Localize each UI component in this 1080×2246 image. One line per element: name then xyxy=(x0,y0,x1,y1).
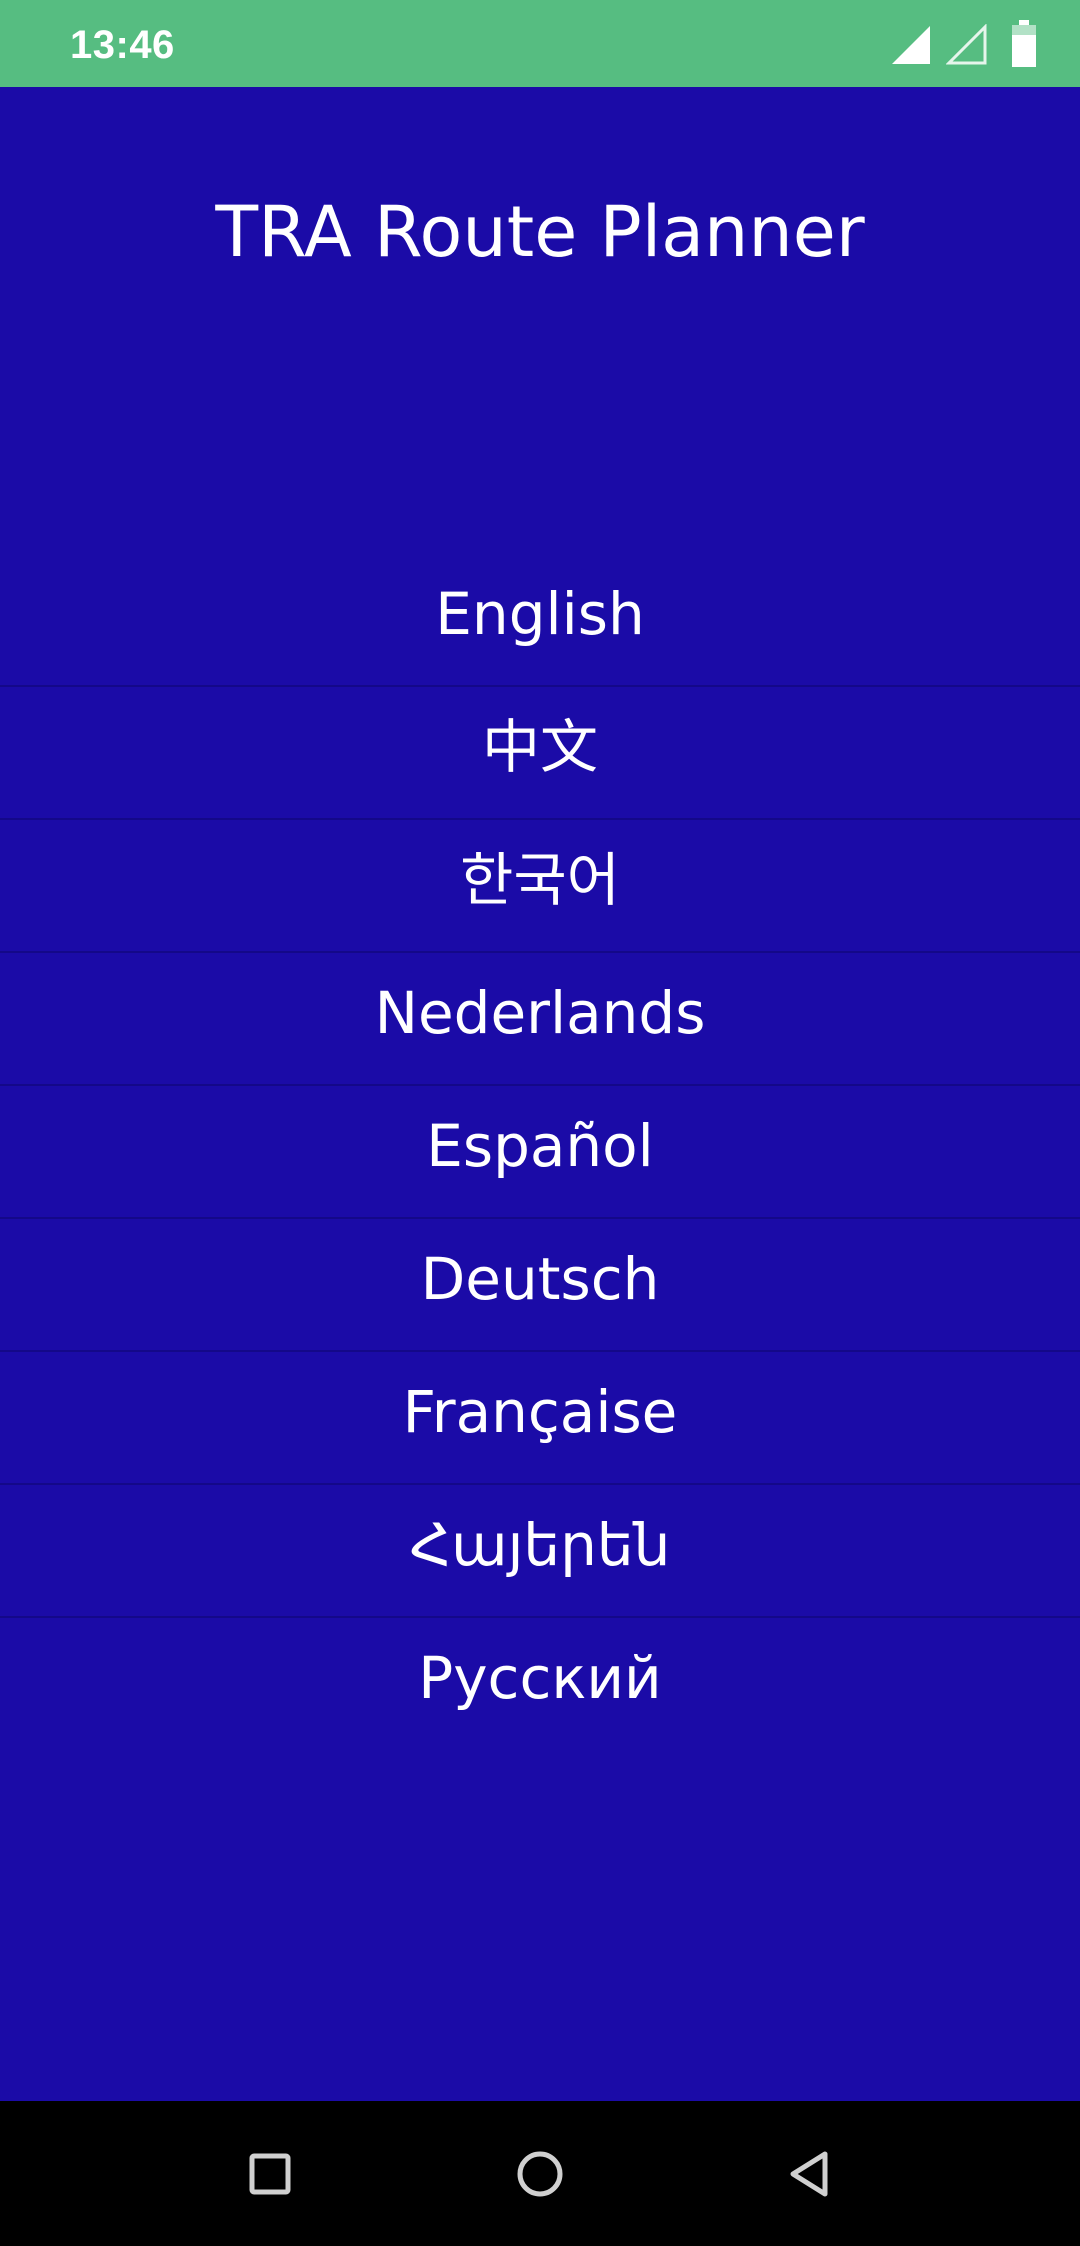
language-item-dutch[interactable]: Nederlands xyxy=(0,953,1080,1086)
language-item-chinese[interactable]: 中文 xyxy=(0,687,1080,820)
home-button[interactable] xyxy=(470,2101,610,2246)
back-icon xyxy=(790,2151,828,2196)
back-button[interactable] xyxy=(740,2101,880,2246)
language-list: English 中文 한국어 Nederlands Español Deutsc… xyxy=(0,554,1080,1751)
home-icon xyxy=(517,2151,563,2196)
language-item-spanish[interactable]: Español xyxy=(0,1086,1080,1219)
language-item-french[interactable]: Française xyxy=(0,1352,1080,1485)
language-item-korean[interactable]: 한국어 xyxy=(0,820,1080,953)
recents-icon xyxy=(249,2153,291,2194)
signal-icon xyxy=(892,26,930,64)
status-icons xyxy=(860,0,1080,87)
status-bar: 13:46 xyxy=(0,0,1080,87)
language-item-armenian[interactable]: Հայերեն xyxy=(0,1485,1080,1618)
language-item-german[interactable]: Deutsch xyxy=(0,1219,1080,1352)
navigation-bar xyxy=(0,2101,1080,2246)
language-item-english[interactable]: English xyxy=(0,554,1080,687)
language-item-russian[interactable]: Русский xyxy=(0,1618,1080,1751)
battery-icon xyxy=(1012,20,1036,67)
app-title: TRA Route Planner xyxy=(215,191,865,273)
signal-empty-icon xyxy=(946,24,987,65)
status-time: 13:46 xyxy=(70,23,175,67)
app-screen: TRA Route Planner English 中文 한국어 Nederla… xyxy=(0,87,1080,2101)
recents-button[interactable] xyxy=(200,2101,340,2246)
